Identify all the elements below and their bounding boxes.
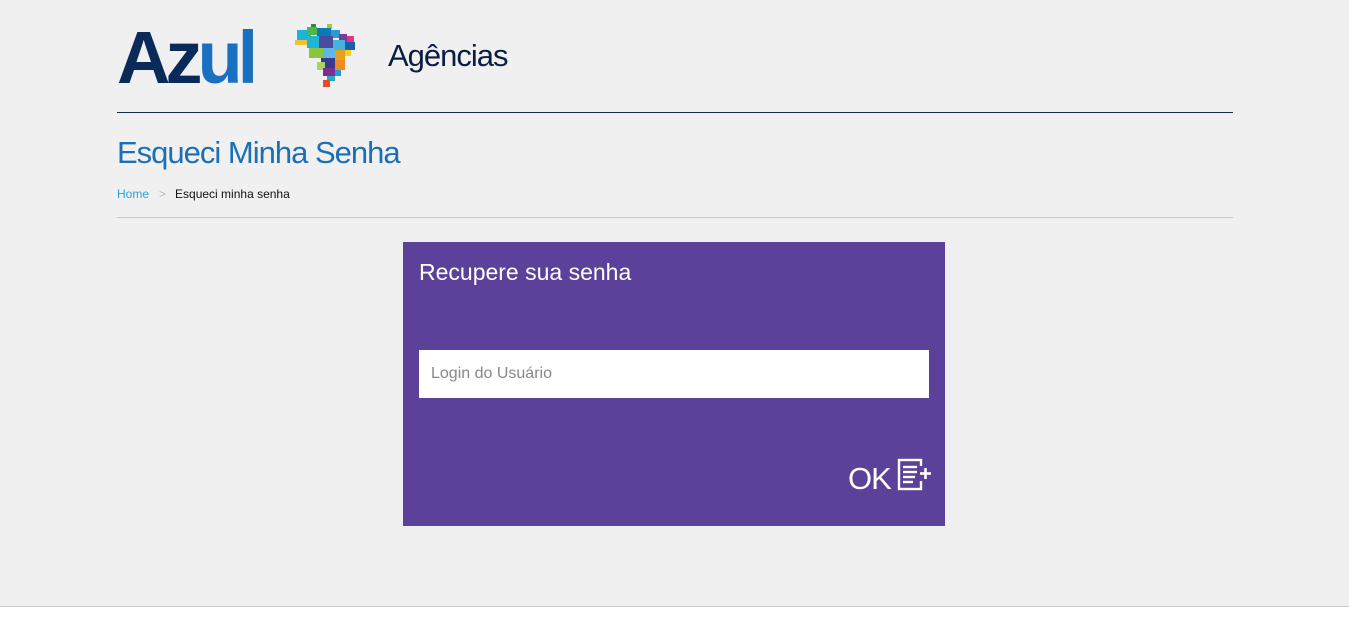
ok-submit-button[interactable]: OK <box>843 454 935 498</box>
panel-title: Recupere sua senha <box>419 259 632 285</box>
username-input[interactable] <box>419 350 929 398</box>
logo-text-main: Az <box>117 16 202 99</box>
breadcrumb-separator: > <box>159 187 167 201</box>
logo-text-accent: ul <box>197 16 258 99</box>
form-add-icon <box>897 458 933 491</box>
ok-button-label: OK <box>848 461 892 496</box>
breadcrumb: Home > Esqueci minha senha <box>117 186 1233 218</box>
site-header: Azul Agências <box>117 18 1233 113</box>
page-background: Azul Agências Esqueci Minha Senha Home >… <box>0 0 1349 607</box>
password-recovery-panel: Recupere sua senha OK <box>403 242 945 526</box>
breadcrumb-home-link[interactable]: Home <box>117 187 149 201</box>
page-title: Esqueci Minha Senha <box>117 135 401 170</box>
breadcrumb-current: Esqueci minha senha <box>175 187 290 201</box>
app-name: Agências <box>388 38 509 73</box>
azul-logo[interactable]: Azul <box>117 16 258 99</box>
brazil-map-logo-icon <box>295 24 355 87</box>
